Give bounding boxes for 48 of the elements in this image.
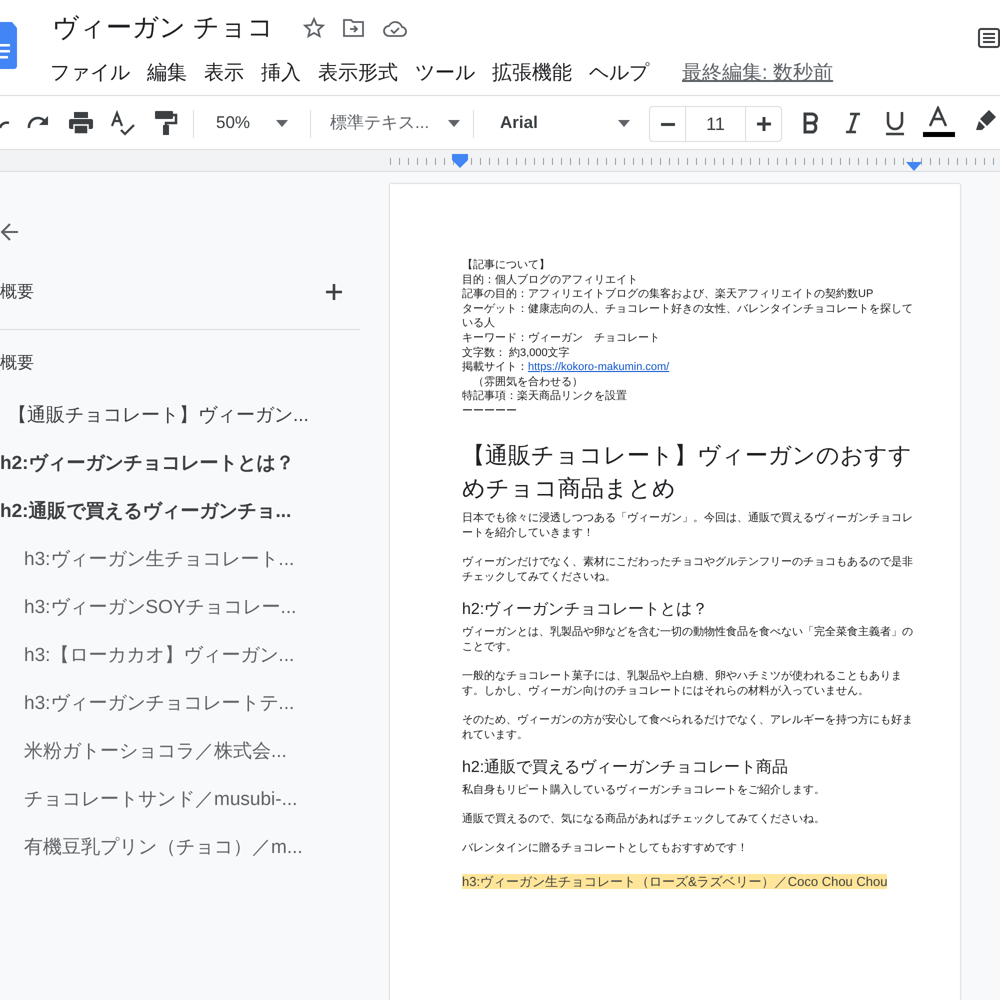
paragraph: 一般的なチョコレート菓子には、乳製品や上白糖、卵やハチミツが使われることもあります。しかし、ヴィーガン向けのチョコレートにはそれらの材料が入っていません。 xyxy=(462,668,903,699)
paragraph: そのため、ヴィーガンの方が安心して食べられるだけでなく、アレルギーを持つ方にも好まれています。 xyxy=(462,712,914,743)
outline-item[interactable]: 米粉ガトーショコラ／株式会... xyxy=(0,728,360,776)
document-text: 掲載サイト： xyxy=(462,361,528,374)
document-text: ーーーーー xyxy=(462,404,518,419)
document-text: キーワード：ヴィーガン チョコレート xyxy=(462,330,661,346)
font-dropdown[interactable]: Arial xyxy=(492,106,638,140)
zoom-dropdown[interactable]: 50% xyxy=(208,106,296,140)
paragraph: 日本でも徐々に浸透しつつある「ヴィーガン」。今回は、通販で買えるヴィーガンチョコレートを紹介していきます！ xyxy=(462,510,914,541)
paragraph-style-dropdown[interactable]: 標準テキス... xyxy=(322,106,468,140)
menu-item[interactable]: 表示形式 xyxy=(318,58,398,88)
outline-item[interactable]: 有機豆乳プリン（チョコ）／m... xyxy=(0,824,360,872)
menu-item[interactable]: ヘルプ xyxy=(589,58,649,88)
document-text: ターゲット：健康志向の人、チョコレート好きの女性、バレンタインチョコレートを探している人 xyxy=(462,302,914,331)
outline-item[interactable]: h3:ヴィーガン生チョコレート... xyxy=(0,536,360,584)
last-edit-link[interactable]: 最終編集: 数秒前 xyxy=(682,58,834,88)
paragraph: バレンタインに贈るチョコレートとしてもおすすめです！ xyxy=(462,840,749,856)
heading: h2:通販で買えるヴィーガンチョコレート商品 xyxy=(462,758,790,778)
outline-item[interactable]: h3:【ローカカオ】ヴィーガン... xyxy=(0,632,360,680)
document-text: 特記事項：楽天商品リンクを設置 xyxy=(462,389,628,404)
menu-item[interactable]: 表示 xyxy=(204,58,244,88)
outline-item[interactable]: チョコレートサンド／musubi-... xyxy=(0,776,360,824)
document-text: 文字数： 約3,000文字 xyxy=(462,346,571,360)
menu-item[interactable]: ファイル xyxy=(50,58,130,88)
document-text: 【記事について】 xyxy=(462,258,551,273)
menu-item[interactable]: 拡張機能 xyxy=(492,58,572,88)
outline-header: 概要 xyxy=(0,281,34,304)
document-title-heading: 【通販チョコレート】ヴィーガンのおすすめチョコ商品まとめ xyxy=(462,440,913,503)
menu-item[interactable]: ツール xyxy=(415,58,475,88)
heading: h2:ヴィーガンチョコレートとは？ xyxy=(462,600,710,620)
paragraph: 通販で買えるので、気になる商品があればチェックしてみてくださいね。 xyxy=(462,812,826,827)
outline-item[interactable]: h2:ヴィーガンチョコレートとは？ xyxy=(0,440,360,488)
document-text: （雰囲気を合わせる） xyxy=(472,374,584,390)
site-link[interactable]: https://kokoro-makumin.com/ xyxy=(528,361,670,374)
paragraph: 私自身もリピート購入しているヴィーガンチョコレートをご紹介します。 xyxy=(462,782,826,798)
outline-item[interactable]: h3:ヴィーガンSOYチョコレー... xyxy=(0,584,360,632)
outline-item[interactable]: h3:ヴィーガンチョコレートテ... xyxy=(0,680,360,728)
paragraph: ヴィーガンだけでなく、素材にこだわったチョコやグルテンフリーのチョコもあるので是非チェックしてみてくださいね。 xyxy=(462,554,914,585)
document-title[interactable]: ヴィーガン チョコ xyxy=(52,8,274,47)
document-text: 目的：個人ブログのアフィリエイト xyxy=(462,272,639,288)
menu-item[interactable]: 編集 xyxy=(147,58,187,88)
menu-item[interactable]: 挿入 xyxy=(261,58,301,88)
outline-section-label: 概要 xyxy=(0,352,35,374)
outline-item[interactable]: h2:通販で買えるヴィーガンチョ... xyxy=(0,488,360,536)
outline-item[interactable]: 【通販チョコレート】ヴィーガン... xyxy=(0,392,360,440)
paragraph: ヴィーガンとは、乳製品や卵などを含む一切の動物性食品を食べない「完全菜食主義者」のことです。 xyxy=(462,624,914,655)
subheading: h3:ヴィーガン生チョコレート（ローズ&ラズベリー）／Coco Chou Chou xyxy=(462,874,888,889)
document-text: 記事の目的：アフィリエイトブログの集客および、楽天アフィリエイトの契約数UP xyxy=(462,287,874,302)
